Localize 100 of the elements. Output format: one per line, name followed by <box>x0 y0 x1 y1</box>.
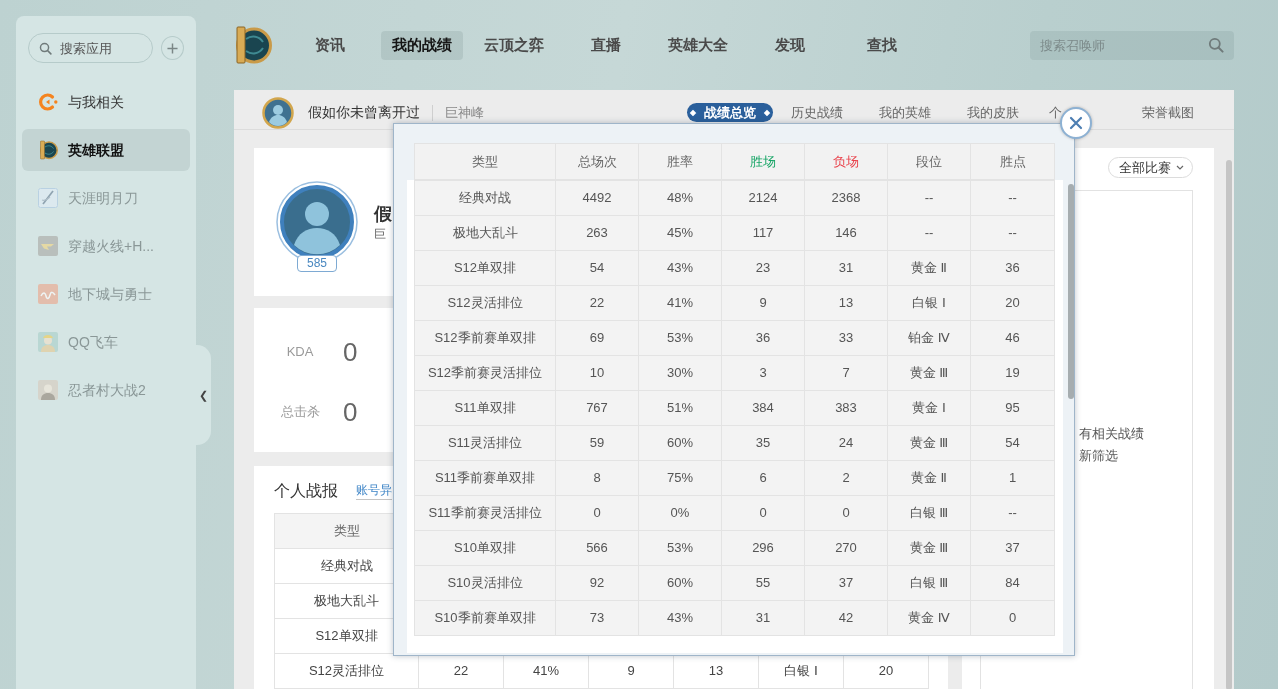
table-cell: 37 <box>970 530 1055 566</box>
table-cell: 黄金 Ⅱ <box>887 250 971 286</box>
table-cell: 经典对战 <box>414 180 556 216</box>
link[interactable]: 账号异 <box>356 482 392 500</box>
table-cell: 极地大乱斗 <box>414 215 556 251</box>
table-cell: 20 <box>970 285 1055 321</box>
table-cell: 24 <box>804 425 888 461</box>
tab[interactable]: 荣誉截图 <box>1124 103 1212 122</box>
table-cell: S11单双排 <box>414 390 556 426</box>
table-cell: 10 <box>555 355 639 391</box>
table-cell: 41% <box>638 285 722 321</box>
diamond-icon <box>762 107 772 118</box>
table-cell: 黄金 Ⅲ <box>887 355 971 391</box>
table-cell: S10季前赛单双排 <box>414 600 556 636</box>
table-cell: 22 <box>555 285 639 321</box>
nav-tab[interactable]: 云顶之弈 <box>473 30 555 60</box>
column-header: 胜场 <box>721 143 805 180</box>
column-header: 负场 <box>804 143 888 180</box>
section-title: 个人战报 <box>274 481 338 501</box>
empty-message: 新筛选 <box>1079 447 1119 465</box>
table-cell: 60% <box>638 425 722 461</box>
column-header: 胜点 <box>970 143 1055 180</box>
scrollbar-thumb[interactable] <box>1068 184 1074 399</box>
table-cell: -- <box>970 495 1055 531</box>
nav-tab[interactable]: 直播 <box>565 30 647 60</box>
nav-tab[interactable]: 我的战绩 <box>381 30 463 60</box>
tab[interactable]: 个 <box>1037 103 1124 122</box>
sidebar-item[interactable]: 英雄联盟 <box>22 129 190 171</box>
table-cell: 146 <box>804 215 888 251</box>
table-cell: 48% <box>638 180 722 216</box>
table-cell: 0 <box>970 600 1055 636</box>
sidebar-item[interactable]: 与我相关 <box>22 81 190 123</box>
close-icon <box>1069 116 1083 130</box>
table-cell: 73 <box>555 600 639 636</box>
table-cell: S10单双排 <box>414 530 556 566</box>
table-cell: 36 <box>970 250 1055 286</box>
table-cell: 384 <box>721 390 805 426</box>
table-cell: 51% <box>638 390 722 426</box>
stat-value: 0 <box>343 335 358 369</box>
nav-tab[interactable]: 资讯 <box>289 30 371 60</box>
table-cell: S11季前赛灵活排位 <box>414 495 556 531</box>
server-name: 巨神峰 <box>445 103 484 122</box>
arc-dot-icon <box>38 92 58 112</box>
wing-icon <box>38 236 58 256</box>
table-cell: 270 <box>804 530 888 566</box>
avatar-placeholder <box>262 96 294 129</box>
table-cell: 42 <box>804 600 888 636</box>
tab[interactable]: 我的英雄 <box>861 103 949 122</box>
filter-dropdown[interactable]: 全部比赛 <box>1108 157 1193 178</box>
table-cell: 黄金 Ⅳ <box>887 600 971 636</box>
table-cell: 13 <box>804 285 888 321</box>
table-cell: S11灵活排位 <box>414 425 556 461</box>
column-header: 段位 <box>887 143 971 180</box>
player-name: 假 <box>374 203 392 226</box>
table-cell: 35 <box>721 425 805 461</box>
table-cell: -- <box>887 215 971 251</box>
table-cell: 263 <box>555 215 639 251</box>
tab[interactable]: 战绩总览 <box>687 103 773 122</box>
table-cell: 92 <box>555 565 639 601</box>
collapse-button[interactable]: ❮ <box>196 345 211 445</box>
table-cell: 6 <box>721 460 805 496</box>
table-cell: 白银 Ⅲ <box>887 565 971 601</box>
table-cell: -- <box>887 180 971 216</box>
stat-value: 0 <box>343 395 358 429</box>
table-cell: 白银 Ⅲ <box>887 495 971 531</box>
table-cell: 2 <box>804 460 888 496</box>
table-cell: 60% <box>638 565 722 601</box>
table-cell: 8 <box>555 460 639 496</box>
table-cell: 33 <box>804 320 888 356</box>
table-cell: 566 <box>555 530 639 566</box>
table-cell: 0% <box>638 495 722 531</box>
table-cell: 4492 <box>555 180 639 216</box>
stat-label: 总击杀 <box>279 403 321 422</box>
search-field[interactable]: 搜索应用 <box>28 33 153 63</box>
table-cell: 84 <box>970 565 1055 601</box>
table-cell: 31 <box>721 600 805 636</box>
nav-tab[interactable]: 发现 <box>749 30 831 60</box>
column-header: 胜率 <box>638 143 722 180</box>
table-cell: S12单双排 <box>414 250 556 286</box>
nav-tab[interactable]: 查找 <box>841 30 923 60</box>
table-cell: 37 <box>804 565 888 601</box>
person-icon <box>38 332 58 352</box>
emblem-icon <box>38 140 58 160</box>
table-cell: S10灵活排位 <box>414 565 556 601</box>
tab[interactable]: 我的皮肤 <box>949 103 1037 122</box>
tab[interactable]: 历史战绩 <box>773 103 861 122</box>
person-icon <box>38 380 58 400</box>
table-cell: 2124 <box>721 180 805 216</box>
blade-icon <box>38 188 58 208</box>
plus-icon <box>167 42 178 54</box>
nav-tab[interactable]: 英雄大全 <box>657 30 739 60</box>
table-cell: 19 <box>970 355 1055 391</box>
server-name: 巨 <box>374 226 387 242</box>
table-cell: 9 <box>721 285 805 321</box>
table-cell: 31 <box>804 250 888 286</box>
table-cell: 0 <box>721 495 805 531</box>
scrollbar[interactable] <box>1226 160 1232 689</box>
column-header: 类型 <box>414 143 556 180</box>
table-cell: 54 <box>555 250 639 286</box>
table-cell: 54 <box>970 425 1055 461</box>
